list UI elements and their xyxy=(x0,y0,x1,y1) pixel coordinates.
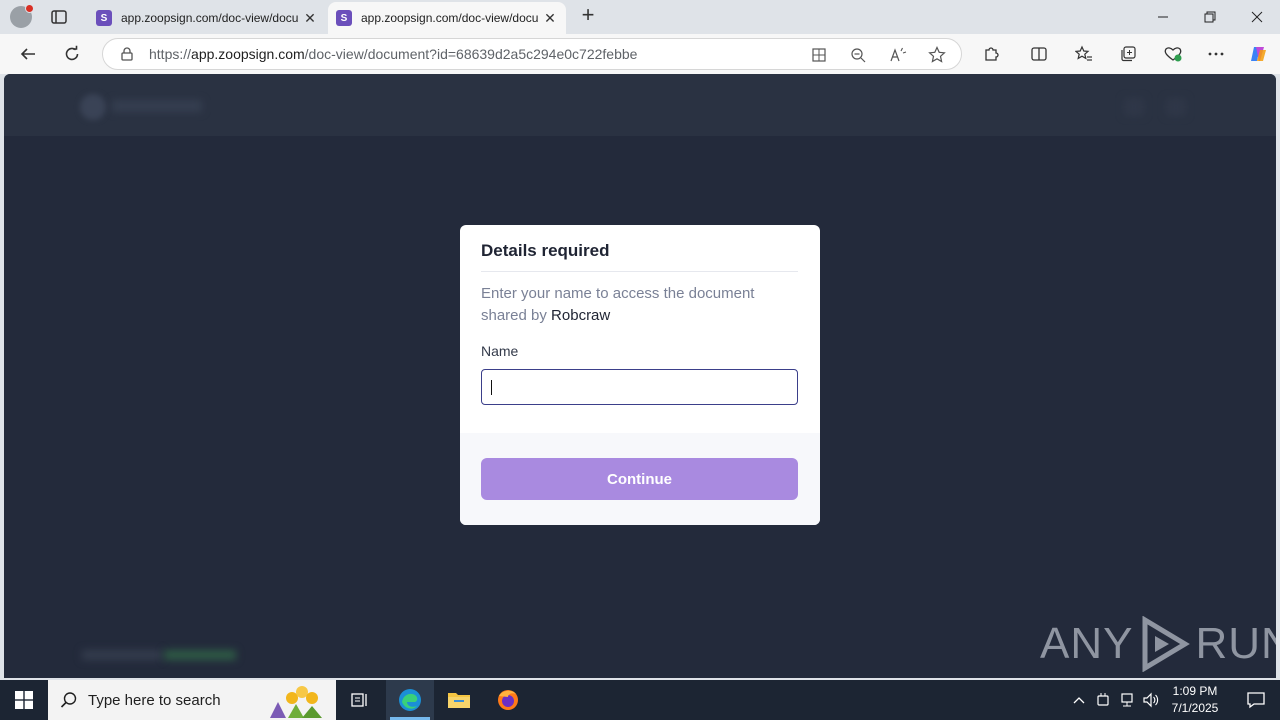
blurred-footer-text xyxy=(82,650,162,660)
split-screen-icon[interactable] xyxy=(1025,40,1053,68)
extensions-icon[interactable] xyxy=(977,40,1005,68)
taskbar-search-box[interactable]: Type here to search xyxy=(48,680,336,720)
close-window-button[interactable] xyxy=(1234,0,1280,34)
tab-close-icon[interactable]: ✕ xyxy=(302,10,318,27)
url-path: /doc-view/document?id=68639d2a5c294e0c72… xyxy=(304,46,638,62)
read-aloud-icon[interactable] xyxy=(888,45,908,65)
windows-logo-icon xyxy=(15,691,33,709)
blurred-logo-text xyxy=(112,100,202,112)
browser-tab-strip: S app.zoopsign.com/doc-view/docu ✕ S app… xyxy=(0,0,1280,34)
system-clock[interactable]: 1:09 PM 7/1/2025 xyxy=(1164,683,1226,717)
modal-footer: Continue xyxy=(460,433,820,525)
minimize-button[interactable] xyxy=(1140,0,1186,34)
search-placeholder: Type here to search xyxy=(88,691,221,709)
watermark-play-icon xyxy=(1142,616,1191,672)
collections-icon[interactable] xyxy=(1114,40,1142,68)
zoopsign-favicon-icon: S xyxy=(336,10,352,26)
file-explorer-icon[interactable] xyxy=(435,680,483,720)
continue-button[interactable]: Continue xyxy=(481,458,798,500)
new-tab-button[interactable]: + xyxy=(576,4,600,28)
name-field-label: Name xyxy=(481,343,519,359)
tab-title: app.zoopsign.com/doc-view/docu xyxy=(121,11,299,25)
url-host: app.zoopsign.com xyxy=(191,46,305,62)
restore-button[interactable] xyxy=(1187,0,1233,34)
tab-zoopsign-2[interactable]: S app.zoopsign.com/doc-view/docu ✕ xyxy=(328,2,566,34)
browser-essentials-icon[interactable] xyxy=(1159,40,1187,68)
browser-toolbar: https://app.zoopsign.com/doc-view/docume… xyxy=(0,34,1280,74)
blurred-footer-link xyxy=(164,650,236,660)
tab-title: app.zoopsign.com/doc-view/docu xyxy=(361,11,539,25)
favorites-icon[interactable] xyxy=(1070,40,1098,68)
modal-title: Details required xyxy=(481,241,610,260)
tray-overflow-chevron-icon[interactable] xyxy=(1068,680,1090,720)
anyrun-watermark: ANY RUN xyxy=(1040,612,1276,676)
watermark-left-text: ANY xyxy=(1040,619,1134,668)
name-input[interactable] xyxy=(481,369,798,405)
app-available-icon[interactable] xyxy=(809,45,829,65)
tab-actions-icon[interactable] xyxy=(50,8,68,26)
watermark-right-text: RUN xyxy=(1195,619,1276,668)
favorite-star-icon[interactable] xyxy=(927,45,947,65)
document-owner-name: Robcraw xyxy=(551,307,611,324)
modal-description: Enter your name to access the document s… xyxy=(481,283,801,327)
address-bar[interactable]: https://app.zoopsign.com/doc-view/docume… xyxy=(102,38,962,70)
notifications-icon[interactable] xyxy=(1232,680,1280,720)
modal-description-text: Enter your name to access the document s… xyxy=(481,285,755,324)
blurred-logo-icon xyxy=(80,94,106,120)
task-view-icon[interactable] xyxy=(336,680,384,720)
copilot-icon[interactable] xyxy=(1244,40,1272,68)
page-content: Details required Enter your name to acce… xyxy=(4,74,1276,678)
edge-taskbar-icon[interactable] xyxy=(386,680,434,720)
zoopsign-favicon-icon: S xyxy=(96,10,112,26)
profile-icon[interactable] xyxy=(10,4,34,28)
blurred-header-icon xyxy=(1166,98,1186,116)
clock-date: 7/1/2025 xyxy=(1171,701,1219,715)
network-icon[interactable] xyxy=(1116,680,1138,720)
modal-divider xyxy=(481,271,798,272)
refresh-button[interactable] xyxy=(58,40,86,68)
volume-icon[interactable] xyxy=(1140,680,1162,720)
zoom-out-icon[interactable] xyxy=(848,45,868,65)
firefox-icon[interactable] xyxy=(484,680,532,720)
tab-close-icon[interactable]: ✕ xyxy=(542,10,558,27)
blurred-app-header xyxy=(4,74,1276,136)
device-tray-icon[interactable] xyxy=(1092,680,1114,720)
blurred-header-icon xyxy=(1124,98,1144,116)
clock-time: 1:09 PM xyxy=(1172,684,1218,698)
back-button[interactable] xyxy=(14,40,42,68)
settings-more-icon[interactable] xyxy=(1202,40,1230,68)
search-highlight-illustration-icon xyxy=(262,682,332,718)
windows-taskbar: Type here to search 1:09 PM 7/1/2025 xyxy=(0,680,1280,720)
details-required-modal: Details required Enter your name to acce… xyxy=(460,225,820,525)
url-prefix: https:// xyxy=(149,46,192,62)
start-button[interactable] xyxy=(0,680,48,720)
search-icon xyxy=(60,691,78,709)
lock-icon[interactable] xyxy=(121,47,133,61)
text-caret xyxy=(491,380,492,395)
tab-zoopsign-1[interactable]: S app.zoopsign.com/doc-view/docu ✕ xyxy=(88,2,326,34)
